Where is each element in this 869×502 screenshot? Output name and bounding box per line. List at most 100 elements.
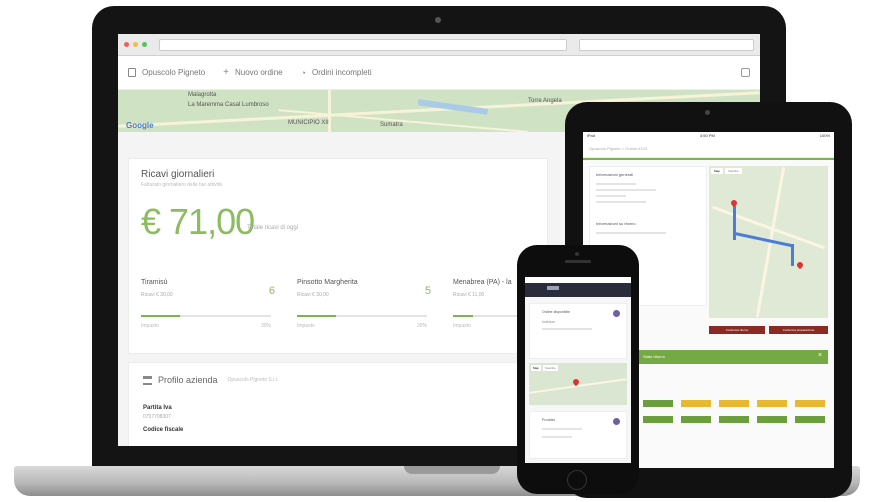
status-cell[interactable] [719,400,749,407]
status-carrier: iPad [587,133,596,138]
product-name: Tiramisù [141,279,168,286]
speaker-grille [565,260,591,263]
status-battery: 100% [819,133,830,138]
text-line [596,195,626,197]
route-map[interactable]: Map Satellite [709,166,828,318]
close-icon[interactable]: × [818,352,822,359]
company-title: Profilo azienda [158,375,218,385]
status-cell[interactable] [681,416,711,423]
product-foot-percent: 30% [416,323,427,329]
product-progress-bar [141,315,271,317]
product-revenue: Ricavi € 30,00 [297,292,329,298]
google-logo: Google [126,121,154,130]
product-foot-percent: 30% [260,323,271,329]
map-label: Torre Angela [528,98,562,104]
product-foot-label: Impasto [453,323,471,329]
status-badge [613,418,620,425]
status-cell[interactable] [719,416,749,423]
product-progress-bar [297,315,427,317]
product-name: Pinsotto Margherita [297,279,358,286]
satellite-tab[interactable]: Satellite [725,168,742,174]
section-title: Informazioni generali [596,172,634,177]
bank-icon [143,375,152,385]
company-subtitle: Opuscolo Pigneto S.r.l. [227,377,279,383]
text-line [542,328,592,330]
product-card[interactable]: Prodotto [529,411,627,459]
product-stat: Pinsotto Margherita Ricavi € 30,00 5 Imp… [297,279,437,339]
banner-title: Stato ritorno [643,354,665,359]
device-mockup-scene: Opuscolo Pigneto + Nuovo ordine ◔ Ordini… [0,0,869,502]
phone: Ordine disponibile Indirizzo Map Satelli… [517,245,639,494]
income-amount-note: Totale ricavi di oggi [247,225,299,231]
satellite-tab[interactable]: Satellite [543,365,558,371]
camera-icon [575,252,579,256]
progress-fill [453,315,473,317]
map-label: Malagrotta [188,92,217,98]
map-pin-icon[interactable] [729,198,739,208]
home-button[interactable] [567,470,587,490]
close-window-button[interactable] [124,42,129,47]
text-line [596,232,666,234]
document-icon [128,68,136,77]
new-order-label: Nuovo ordine [235,68,283,77]
status-cell[interactable] [757,416,787,423]
product-stat: Tiramisù Ricavi € 30,00 6 Impasto 30% [141,279,281,339]
map-tab[interactable]: Map [531,365,541,371]
progress-fill [297,315,336,317]
order-card[interactable]: Ordine disponibile Indirizzo [529,303,627,359]
phone-screen: Ordine disponibile Indirizzo Map Satelli… [525,277,631,463]
status-cell[interactable] [681,400,711,407]
phone-map[interactable]: Map Satellite [529,363,627,405]
map-label: La Maremma Casal Lumbroso [188,102,269,108]
incomplete-orders-button[interactable]: ◔ Ordini incompleti [301,68,372,78]
tax-code-label: Codice fiscale [143,427,184,433]
browser-search-bar[interactable] [578,38,754,51]
incomplete-orders-label: Ordini incompleti [312,68,372,77]
product-revenue: Ricavi € 30,00 [141,292,173,298]
text-line [596,183,636,185]
order-card-line: Indirizzo [542,320,556,324]
text-line [542,428,582,430]
breadcrumb[interactable]: Opuscolo Pigneto > Ordine #123 [583,140,834,158]
product-count: 6 [268,285,275,297]
confirm-return-button[interactable]: Conferma ritorno [709,326,765,334]
camera-icon [435,17,441,23]
maximize-window-button[interactable] [141,42,147,47]
status-cell[interactable] [757,400,787,407]
product-count: 5 [424,285,431,297]
tablet-status-bar: iPad 4:50 PM 100% [583,132,834,140]
text-line [596,201,646,203]
product-footer: Impasto 30% [297,323,427,329]
new-order-button[interactable]: + Nuovo ordine [223,67,282,78]
progress-fill [141,315,180,317]
confirm-preparation-button[interactable]: Conferma preparazione [769,326,828,334]
status-cell[interactable] [643,400,673,407]
address-bar[interactable] [158,38,567,51]
map-label: Sumatra [380,122,403,128]
status-time: 4:50 PM [699,133,715,138]
status-cell[interactable] [643,416,673,423]
text-line [596,189,656,191]
accent-line [583,158,834,160]
minimize-window-button[interactable] [132,42,138,47]
text-line [542,436,572,438]
clock-icon: ◔ [300,67,307,78]
shop-selector-label: Opuscolo Pigneto [142,68,206,77]
status-cell[interactable] [795,400,825,407]
phone-nav-bar[interactable] [525,283,631,297]
status-cell[interactable] [795,416,825,423]
income-amount: € 71,00 [141,201,255,242]
shop-selector[interactable]: Opuscolo Pigneto [128,68,205,77]
app-toolbar: Opuscolo Pigneto + Nuovo ordine ◔ Ordini… [118,56,760,90]
browser-chrome [118,34,760,56]
calendar-icon[interactable] [741,68,750,77]
map-tab[interactable]: Map [711,168,723,174]
daily-income-card: Ricavi giornalieri Fatturato giornaliero… [128,158,583,354]
order-card-title: Ordine disponibile [542,310,571,314]
plus-icon: + [223,67,229,78]
vat-value: 0797708307 [143,414,171,420]
map-pin-icon[interactable] [795,260,805,270]
vat-label: Partita Iva [143,405,172,411]
section-title: Informazioni su ritorno [596,221,636,226]
product-foot-label: Impasto [297,323,315,329]
